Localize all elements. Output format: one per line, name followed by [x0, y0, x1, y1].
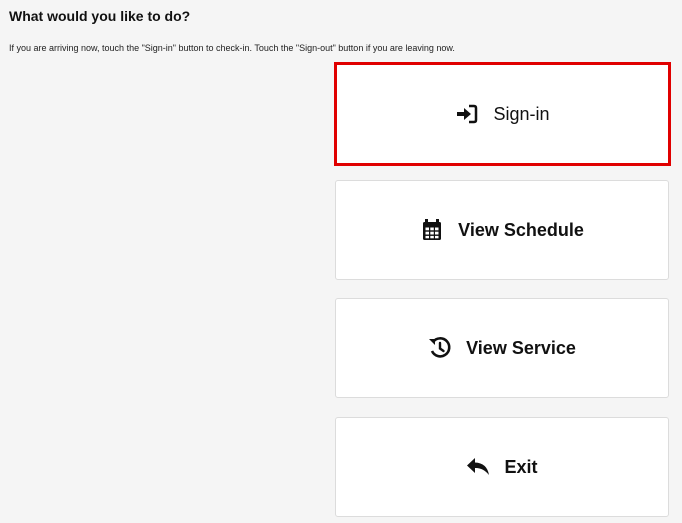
view-service-label: View Service: [466, 337, 576, 358]
reply-arrow-icon: [466, 455, 490, 479]
exit-label: Exit: [504, 456, 538, 477]
view-schedule-label: View Schedule: [458, 219, 584, 240]
exit-button[interactable]: Exit: [335, 417, 669, 517]
history-icon: [428, 336, 452, 360]
page-title: What would you like to do?: [9, 8, 191, 24]
instructions-text: If you are arriving now, touch the "Sign…: [9, 43, 455, 53]
sign-in-button[interactable]: Sign-in: [334, 62, 671, 166]
view-service-button[interactable]: View Service: [335, 298, 669, 398]
page: What would you like to do? If you are ar…: [0, 0, 682, 523]
sign-in-label: Sign-in: [493, 103, 550, 124]
sign-in-icon: [455, 102, 479, 126]
view-schedule-button[interactable]: View Schedule: [335, 180, 669, 280]
calendar-icon: [420, 218, 444, 242]
